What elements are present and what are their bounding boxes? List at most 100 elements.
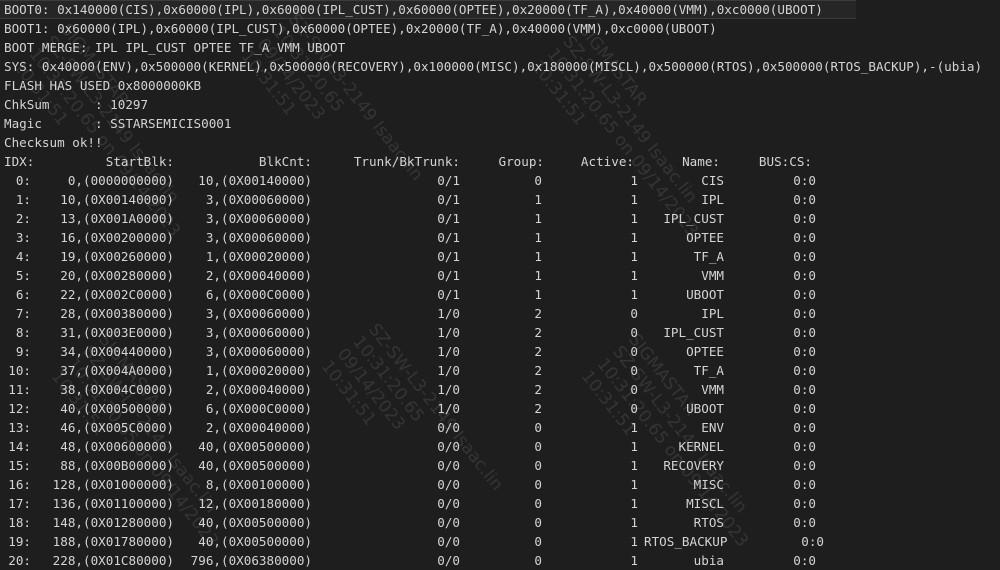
- cell-idx: 3:: [15, 230, 31, 245]
- cell-startblk: 19,(0X00260000): [60, 249, 174, 264]
- table-row: 13: 46,(0X005C0000) 2,(0X00040000) 0/0 0 1 ENV…: [4, 418, 994, 437]
- cell-startblk: 16,(0X00200000): [60, 230, 174, 245]
- cell-trunk: 0/1: [437, 287, 460, 302]
- cell-buscs: 0:0: [793, 268, 816, 283]
- cell-blkcnt: 40,(0X00500000): [198, 439, 312, 454]
- cell-idx: 10:: [8, 363, 31, 378]
- log-line: Checksum ok!!: [4, 135, 103, 150]
- cell-trunk: 0/0: [437, 439, 460, 454]
- cell-group: 2: [534, 401, 542, 416]
- table-row: 3: 16,(0X00200000) 3,(0X00060000) 0/1 1 1 OPTE…: [4, 228, 994, 247]
- cell-group: 1: [534, 249, 542, 264]
- cell-buscs: 0:0: [793, 458, 816, 473]
- cell-active: 1: [630, 268, 638, 283]
- cell-startblk: 38,(0X004C0000): [60, 382, 174, 397]
- cell-idx: 12:: [8, 401, 31, 416]
- cell-name: IPL_CUST: [663, 325, 724, 340]
- cell-idx: 16:: [8, 477, 31, 492]
- table-row: 5: 20,(0X00280000) 2,(0X00040000) 0/1 1 1 VMM 0…: [4, 266, 994, 285]
- cell-active: 1: [630, 496, 638, 511]
- cell-group: 2: [534, 363, 542, 378]
- cell-startblk: 128,(0X01000000): [52, 477, 174, 492]
- cell-startblk: 13,(0X001A0000): [60, 211, 174, 226]
- cell-buscs: 0:0: [793, 173, 816, 188]
- cell-active: 0: [630, 325, 638, 340]
- cell-blkcnt: 3,(0X00060000): [205, 344, 312, 359]
- cell-idx: 1:: [15, 192, 31, 207]
- cell-buscs: 0:0: [793, 420, 816, 435]
- cell-name: MISC: [693, 477, 724, 492]
- partition-table-header: IDX: StartBlk: BlkCnt: Trunk/BkTrunk: Gr…: [4, 152, 994, 171]
- cell-buscs: 0:0: [793, 439, 816, 454]
- cell-blkcnt: 2,(0X00040000): [205, 268, 312, 283]
- cell-startblk: 34,(0X00440000): [60, 344, 174, 359]
- cell-buscs: 0:0: [793, 344, 816, 359]
- cell-group: 2: [534, 325, 542, 340]
- cell-blkcnt: 3,(0X00060000): [205, 211, 312, 226]
- cell-active: 1: [630, 439, 638, 454]
- log-line: ChkSum : 10297: [4, 97, 149, 112]
- cell-name: IPL_CUST: [663, 211, 724, 226]
- cell-group: 1: [534, 192, 542, 207]
- cell-blkcnt: 3,(0X00060000): [205, 230, 312, 245]
- cell-name: OPTEE: [686, 230, 724, 245]
- cell-startblk: 22,(0X002C0000): [60, 287, 174, 302]
- cell-name: ubia: [693, 553, 724, 568]
- table-row: 0: 0,(0000000000) 10,(0X00140000) 0/1 0 1 CIS 0…: [4, 171, 994, 190]
- cell-idx: 9:: [15, 344, 31, 359]
- cell-idx: 8:: [15, 325, 31, 340]
- cell-group: 0: [534, 420, 542, 435]
- cell-blkcnt: 2,(0X00040000): [205, 420, 312, 435]
- cell-blkcnt: 40,(0X00500000): [198, 534, 312, 549]
- cell-active: 1: [630, 477, 638, 492]
- cell-group: 0: [534, 496, 542, 511]
- table-row: 15: 88,(0X00B00000) 40,(0X00500000) 0/0 0 1 RE…: [4, 456, 994, 475]
- cell-buscs: 0:0: [793, 306, 816, 321]
- cell-startblk: 228,(0X01C80000): [52, 553, 174, 568]
- cell-trunk: 0/0: [437, 496, 460, 511]
- table-row: 12: 40,(0X00500000) 6,(0X000C0000) 1/0 2 0 UBO…: [4, 399, 994, 418]
- cell-trunk: 1/0: [437, 344, 460, 359]
- cell-trunk: 0/0: [437, 477, 460, 492]
- cell-blkcnt: 6,(0X000C0000): [205, 287, 312, 302]
- cell-active: 1: [630, 173, 638, 188]
- cell-buscs: 0:0: [793, 192, 816, 207]
- cell-idx: 11:: [8, 382, 31, 397]
- cell-startblk: 28,(0X00380000): [60, 306, 174, 321]
- table-row: 17: 136,(0X01100000) 12,(0X00180000) 0/0 0 1 M…: [4, 494, 994, 513]
- cell-idx: 0:: [15, 173, 31, 188]
- cell-trunk: 0/0: [437, 420, 460, 435]
- cell-trunk: 1/0: [437, 363, 460, 378]
- cell-blkcnt: 1,(0X00020000): [205, 363, 312, 378]
- cell-name: VMM: [701, 268, 724, 283]
- cell-startblk: 31,(0X003E0000): [60, 325, 174, 340]
- cell-group: 0: [534, 534, 542, 549]
- cell-buscs: 0:0: [793, 363, 816, 378]
- cell-blkcnt: 1,(0X00020000): [205, 249, 312, 264]
- log-line: BOOT MERGE: IPL IPL_CUST OPTEE TF_A VMM …: [4, 40, 346, 55]
- table-row: 16: 128,(0X01000000) 8,(0X00100000) 0/0 0 1 MI…: [4, 475, 994, 494]
- cell-buscs: 0:0: [793, 477, 816, 492]
- cell-trunk: 0/1: [437, 211, 460, 226]
- cell-trunk: 0/1: [437, 173, 460, 188]
- cell-group: 0: [534, 173, 542, 188]
- header-buscs: BUS:CS:: [758, 154, 812, 169]
- cell-group: 2: [534, 344, 542, 359]
- header-idx: IDX:: [4, 154, 35, 169]
- table-row: 1: 10,(0X00140000) 3,(0X00060000) 0/1 1 1 IPL 0…: [4, 190, 994, 209]
- cell-startblk: 148,(0X01280000): [52, 515, 174, 530]
- cell-active: 0: [630, 306, 638, 321]
- table-row: 14: 48,(0X00600000) 40,(0X00500000) 0/0 0 1 KE…: [4, 437, 994, 456]
- table-row: 4: 19,(0X00260000) 1,(0X00020000) 0/1 1 1 TF_A…: [4, 247, 994, 266]
- cell-idx: 17:: [8, 496, 31, 511]
- terminal-output[interactable]: BOOT0: 0x140000(CIS),0x60000(IPL),0x6000…: [0, 0, 1000, 569]
- cell-blkcnt: 10,(0X00140000): [198, 173, 312, 188]
- cell-group: 2: [534, 382, 542, 397]
- log-line: Magic : SSTARSEMICIS0001: [4, 116, 232, 131]
- cell-buscs: 0:0: [793, 249, 816, 264]
- cell-trunk: 0/1: [437, 268, 460, 283]
- cell-trunk: 0/0: [437, 553, 460, 568]
- cell-trunk: 1/0: [437, 382, 460, 397]
- cell-group: 0: [534, 458, 542, 473]
- cell-name: CIS: [701, 173, 724, 188]
